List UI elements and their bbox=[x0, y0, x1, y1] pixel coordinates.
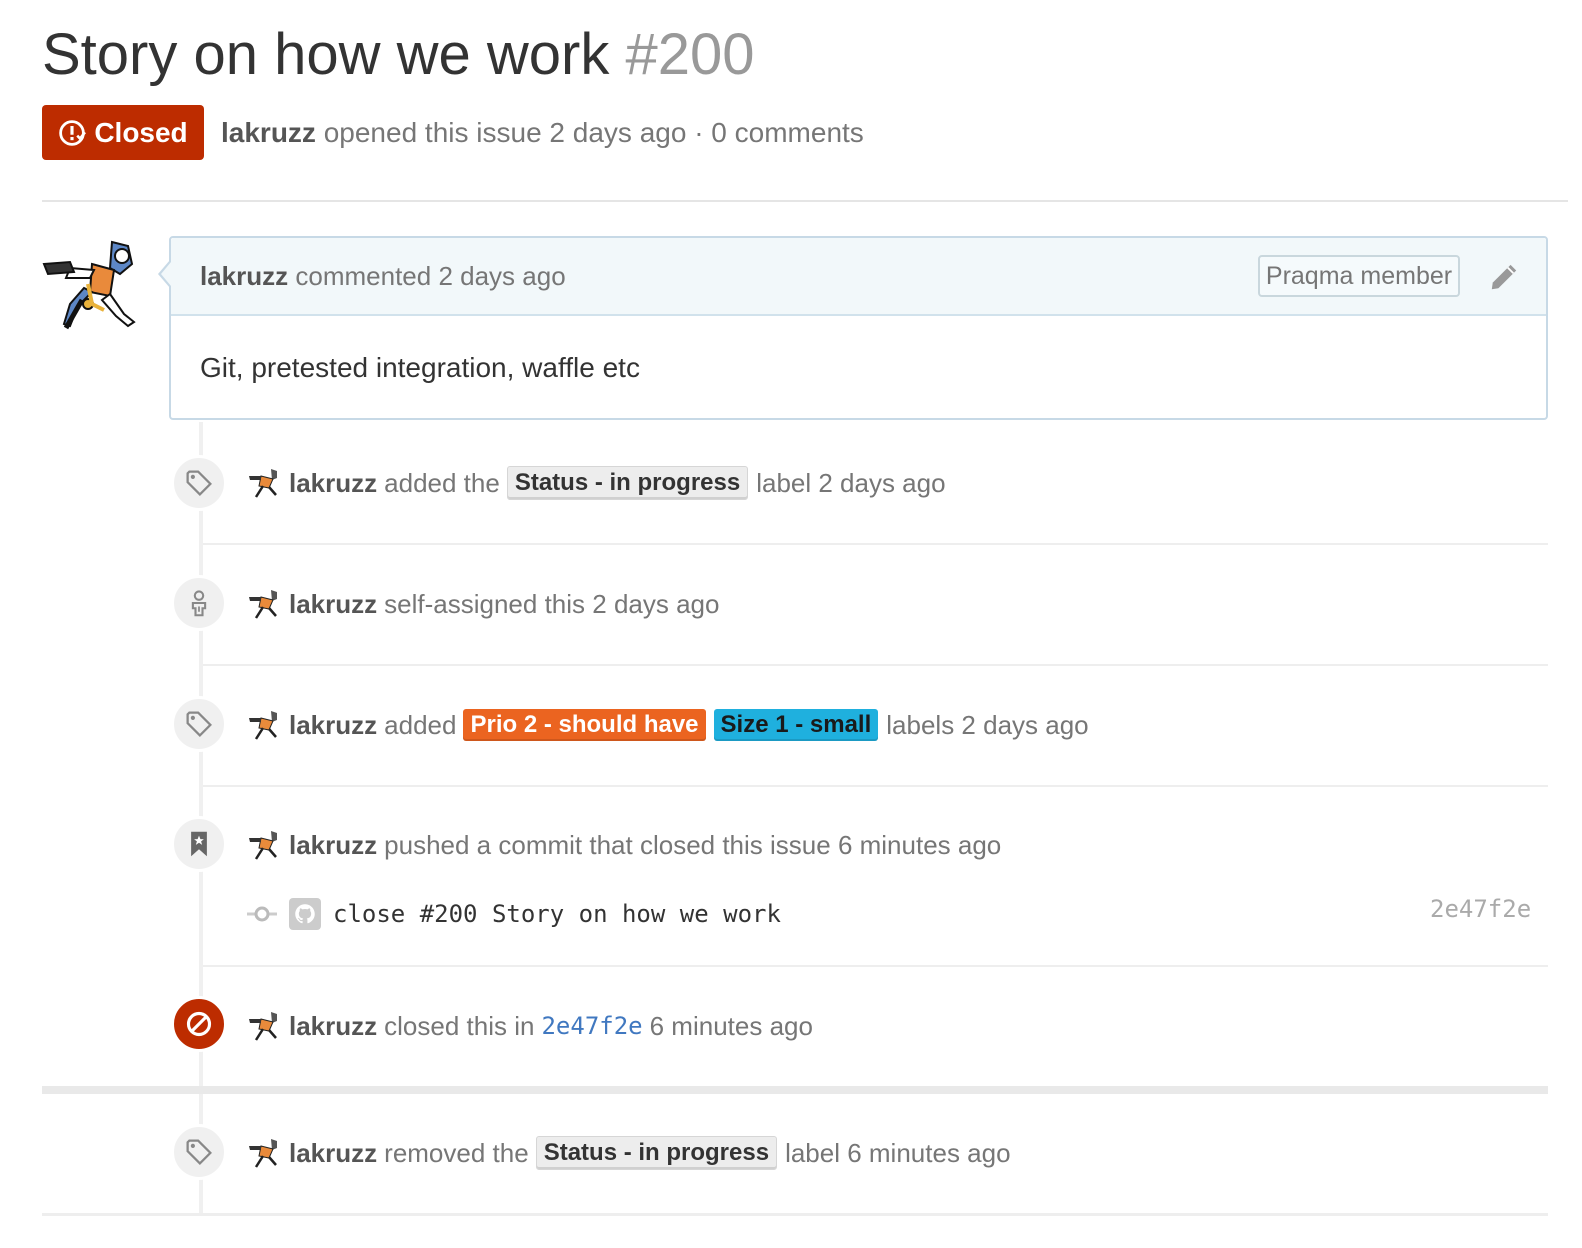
event-author-link[interactable]: lakruzz bbox=[289, 825, 377, 865]
timeline-separator bbox=[203, 543, 1548, 545]
event-text: label 2 days ago bbox=[756, 468, 946, 498]
avatar[interactable] bbox=[247, 708, 281, 742]
event-author-link[interactable]: lakruzz bbox=[289, 463, 377, 503]
pencil-icon[interactable] bbox=[1489, 262, 1519, 292]
person-icon bbox=[191, 590, 207, 617]
event-text: added bbox=[384, 710, 457, 740]
event-text: 6 minutes ago bbox=[649, 1011, 813, 1041]
timeline-event-self-assigned: lakruzz self-assigned this 2 days ago bbox=[247, 584, 719, 624]
tag-icon bbox=[186, 1139, 212, 1165]
issue-number: #200 bbox=[625, 22, 755, 87]
timeline-event-label-removed: lakruzz removed the Status - in progress… bbox=[247, 1133, 1011, 1173]
comment-body: Git, pretested integration, waffle etc bbox=[200, 352, 640, 383]
circle-slash-icon bbox=[186, 1011, 212, 1037]
avatar[interactable] bbox=[247, 466, 281, 500]
issue-author-link[interactable]: lakruzz bbox=[221, 117, 316, 148]
timeline-badge bbox=[171, 575, 227, 631]
issue-closed-icon bbox=[59, 119, 87, 146]
event-author-link[interactable]: lakruzz bbox=[289, 1006, 377, 1046]
member-badge: Praqma member bbox=[1258, 255, 1460, 297]
event-text: labels 2 days ago bbox=[886, 710, 1089, 740]
event-author-link[interactable]: lakruzz bbox=[289, 1133, 377, 1173]
event-text: closed this in bbox=[384, 1011, 535, 1041]
issue-state-badge: Closed bbox=[42, 105, 204, 160]
timeline-badge bbox=[171, 816, 227, 872]
commit-message-link[interactable]: close #200 Story on how we work bbox=[333, 900, 781, 928]
issue-title: Story on how we work #200 bbox=[42, 20, 755, 90]
issue-meta: lakruzz opened this issue 2 days ago · 0… bbox=[221, 113, 864, 153]
event-text: removed the bbox=[384, 1138, 529, 1168]
avatar[interactable] bbox=[247, 1009, 281, 1043]
avatar[interactable] bbox=[40, 234, 140, 334]
tag-icon bbox=[186, 470, 212, 496]
issue-opened-text: opened this issue 2 days ago · 0 comment… bbox=[323, 117, 864, 148]
commit-row: close #200 Story on how we work bbox=[247, 898, 781, 930]
timeline-event-closed: lakruzz closed this in 2e47f2e 6 minutes… bbox=[247, 1006, 813, 1046]
timeline-badge bbox=[171, 455, 227, 511]
timeline-thick-separator bbox=[42, 1086, 1548, 1094]
event-text: pushed a commit that closed this issue 6… bbox=[384, 830, 1002, 860]
git-commit-icon bbox=[247, 906, 277, 922]
timeline-separator bbox=[203, 785, 1548, 787]
comment-meta: lakruzz commented 2 days ago bbox=[200, 258, 566, 294]
label-size-1[interactable]: Size 1 - small bbox=[713, 709, 879, 741]
issue-title-text: Story on how we work bbox=[42, 22, 610, 87]
comment-action: commented 2 days ago bbox=[295, 261, 566, 291]
issue-state-label: Closed bbox=[94, 116, 188, 148]
comment-author-link[interactable]: lakruzz bbox=[200, 261, 288, 291]
timeline-separator bbox=[203, 965, 1548, 967]
timeline-badge bbox=[171, 1124, 227, 1180]
timeline-separator bbox=[203, 664, 1548, 666]
label-prio-2[interactable]: Prio 2 - should have bbox=[463, 709, 706, 741]
header-divider bbox=[42, 200, 1568, 202]
timeline-line bbox=[199, 422, 203, 1086]
timeline-event-label-added: lakruzz added the Status - in progress l… bbox=[247, 463, 946, 503]
label-status-in-progress[interactable]: Status - in progress bbox=[535, 1136, 778, 1170]
avatar[interactable] bbox=[247, 587, 281, 621]
event-text: added the bbox=[384, 468, 500, 498]
event-author-link[interactable]: lakruzz bbox=[289, 705, 377, 745]
avatar[interactable] bbox=[247, 1136, 281, 1170]
timeline-event-commit-closed: lakruzz pushed a commit that closed this… bbox=[247, 825, 1001, 865]
timeline-badge bbox=[171, 696, 227, 752]
comment-header: lakruzz commented 2 days ago Praqma memb… bbox=[171, 238, 1546, 316]
avatar[interactable] bbox=[247, 828, 281, 862]
event-text: label 6 minutes ago bbox=[785, 1138, 1011, 1168]
timeline-bottom-separator bbox=[42, 1213, 1548, 1216]
event-text: self-assigned this 2 days ago bbox=[384, 589, 720, 619]
github-icon bbox=[289, 898, 321, 930]
bookmark-icon bbox=[191, 831, 207, 857]
comment-box: lakruzz commented 2 days ago Praqma memb… bbox=[169, 236, 1548, 420]
timeline-badge-closed bbox=[171, 996, 227, 1052]
tag-icon bbox=[186, 711, 212, 737]
commit-sha-link[interactable]: 2e47f2e bbox=[1430, 895, 1531, 923]
label-status-in-progress[interactable]: Status - in progress bbox=[506, 466, 749, 500]
event-author-link[interactable]: lakruzz bbox=[289, 584, 377, 624]
timeline-event-labels-added: lakruzz added Prio 2 - should have Size … bbox=[247, 705, 1089, 745]
closing-commit-link[interactable]: 2e47f2e bbox=[541, 1006, 642, 1046]
comment-caret-inner bbox=[161, 262, 171, 286]
